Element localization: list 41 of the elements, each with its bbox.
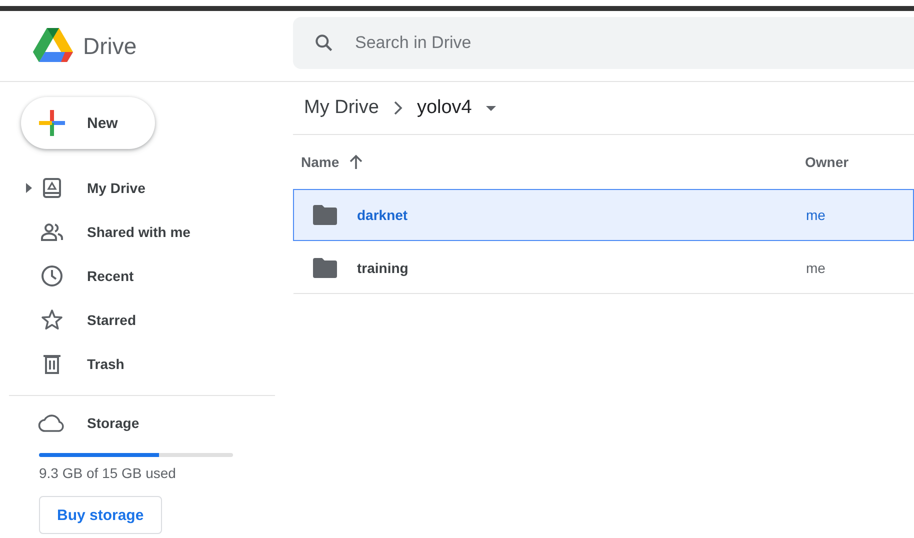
owner-text: me	[806, 207, 826, 223]
sidebar-row[interactable]: Trash	[0, 342, 275, 386]
column-label: Owner	[805, 154, 849, 170]
sidebar-row[interactable]: Starred	[0, 298, 275, 342]
storage-link[interactable]: Storage	[87, 415, 140, 431]
breadcrumb-item[interactable]: My Drive	[304, 97, 379, 119]
storage-usage-text: 9.3 GB of 15 GB used	[39, 465, 177, 481]
sidebar-item[interactable]: Shared with me	[87, 224, 190, 240]
search-icon	[313, 32, 335, 54]
search-field[interactable]: Search in Drive	[293, 17, 914, 69]
clock-icon	[40, 264, 64, 288]
column-header[interactable]: Name	[293, 154, 805, 170]
sidebar-row[interactable]: Recent	[0, 254, 275, 298]
sidebar-item[interactable]: Starred	[87, 312, 136, 328]
folder-icon	[313, 205, 337, 225]
drive-icon	[40, 176, 64, 200]
buy-storage-button[interactable]: Buy storage	[39, 496, 162, 534]
sidebar-row[interactable]: My Drive	[0, 166, 275, 210]
file-name: training	[357, 260, 408, 276]
new-button[interactable]: New	[21, 97, 155, 149]
column-label: Name	[301, 154, 340, 170]
drive-logo-icon	[33, 28, 73, 64]
owner-text: me	[806, 260, 826, 276]
file-name: darknet	[357, 207, 408, 223]
star-icon	[40, 308, 64, 332]
sidebar-item[interactable]: Trash	[87, 356, 124, 372]
plus-icon	[37, 108, 67, 138]
expand-arrow-icon[interactable]	[26, 183, 32, 193]
app-name: Drive	[83, 32, 137, 60]
file-row[interactable]: training me	[293, 241, 914, 294]
sidebar-row[interactable]: Shared with me	[0, 210, 275, 254]
sort-up-arrow-icon[interactable]	[349, 154, 364, 170]
sidebar-item[interactable]: My Drive	[87, 180, 146, 196]
sidebar-item[interactable]: Recent	[87, 268, 134, 284]
breadcrumb-item[interactable]: yolov4	[416, 97, 472, 119]
column-header[interactable]: Owner	[805, 154, 914, 170]
file-row[interactable]: darknet me	[293, 189, 914, 241]
cloud-icon	[38, 413, 66, 433]
folder-icon	[313, 258, 337, 278]
chevron-right-icon	[392, 101, 403, 115]
dropdown-caret-icon[interactable]	[486, 106, 496, 110]
